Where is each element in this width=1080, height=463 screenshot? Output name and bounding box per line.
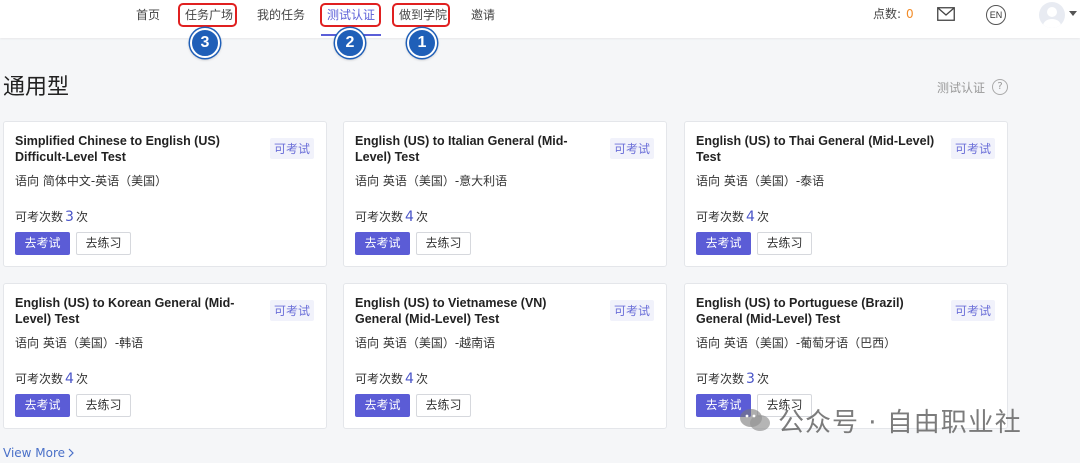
language-direction: 语向 英语（美国）-葡萄牙语（巴西）: [696, 336, 897, 350]
language-toggle-button[interactable]: EN: [986, 5, 1006, 25]
language-direction: 语向 简体中文-英语（美国）: [15, 174, 168, 188]
attempts-label: 可考次数: [15, 210, 64, 224]
attempts-unit: 次: [415, 372, 428, 386]
chevron-down-icon[interactable]: [1069, 11, 1077, 16]
attempts-unit: 次: [75, 210, 88, 224]
card-title: English (US) to Korean General (Mid-Leve…: [15, 296, 235, 326]
page-title: 通用型: [3, 75, 70, 100]
attempts-unit: 次: [756, 372, 769, 386]
attempts-number: 4: [405, 209, 414, 225]
help-icon[interactable]: ?: [992, 79, 1008, 95]
attempts-label: 可考次数: [355, 372, 404, 386]
language-direction: 语向 英语（美国）-越南语: [355, 336, 496, 350]
points-value: 0: [906, 7, 914, 21]
chevron-right-icon: [68, 448, 74, 458]
status-badge: 可考试: [609, 138, 654, 159]
card-title: English (US) to Italian General (Mid-Lev…: [355, 134, 568, 164]
view-more-label: View More: [3, 446, 66, 460]
status-badge: 可考试: [269, 138, 314, 159]
watermark: 公众号 · 自由职业社: [738, 400, 1022, 440]
status-badge: 可考试: [950, 300, 995, 321]
annotation-highlight-test-certification: [320, 3, 381, 27]
attempts-count: 可考次数 3 次: [15, 208, 88, 225]
avatar[interactable]: [1039, 2, 1065, 28]
status-badge: 可考试: [609, 300, 654, 321]
take-exam-button[interactable]: 去考试: [696, 232, 751, 255]
attempts-number: 4: [405, 371, 414, 387]
test-card: English (US) to Italian General (Mid-Lev…: [343, 121, 667, 267]
wechat-icon: [740, 409, 770, 431]
nav-item-home[interactable]: 首页: [136, 0, 160, 32]
test-card: English (US) to Thai General (Mid-Level)…: [684, 121, 1008, 267]
test-card: English (US) to Vietnamese (VN) General …: [343, 283, 667, 429]
language-direction: 语向 英语（美国）-泰语: [696, 174, 825, 188]
attempts-count: 可考次数 4 次: [15, 370, 88, 387]
attempts-count: 可考次数 3 次: [696, 370, 769, 387]
annotation-badge-2: 2: [335, 28, 365, 58]
attempts-number: 3: [65, 209, 74, 225]
attempts-label: 可考次数: [696, 372, 745, 386]
user-icon: [1043, 7, 1061, 28]
attempts-label: 可考次数: [15, 372, 64, 386]
attempts-unit: 次: [756, 210, 769, 224]
annotation-badge-3: 3: [190, 28, 220, 58]
card-title: English (US) to Portuguese (Brazil) Gene…: [696, 296, 904, 326]
view-more-link[interactable]: View More: [3, 446, 75, 460]
annotation-badge-1: 1: [407, 28, 437, 58]
status-badge: 可考试: [950, 138, 995, 159]
take-exam-button[interactable]: 去考试: [355, 394, 410, 417]
card-title: Simplified Chinese to English (US) Diffi…: [15, 134, 220, 164]
language-direction: 语向 英语（美国）-韩语: [15, 336, 144, 350]
attempts-count: 可考次数 4 次: [696, 208, 769, 225]
test-certification-link[interactable]: 测试认证: [937, 79, 985, 96]
practice-button[interactable]: 去练习: [416, 232, 471, 255]
attempts-number: 4: [746, 209, 755, 225]
annotation-highlight-academy: [392, 3, 450, 27]
take-exam-button[interactable]: 去考试: [355, 232, 410, 255]
points-label: 点数:: [873, 7, 902, 21]
attempts-unit: 次: [75, 372, 88, 386]
attempts-number: 4: [65, 371, 74, 387]
watermark-text: 公众号 · 自由职业社: [778, 407, 1022, 438]
attempts-label: 可考次数: [355, 210, 404, 224]
attempts-unit: 次: [415, 210, 428, 224]
practice-button[interactable]: 去练习: [76, 394, 131, 417]
annotation-highlight-task-square: [178, 3, 237, 27]
practice-button[interactable]: 去练习: [757, 232, 812, 255]
mail-icon[interactable]: [937, 7, 955, 21]
nav-item-invite[interactable]: 邀请: [471, 0, 495, 32]
practice-button[interactable]: 去练习: [76, 232, 131, 255]
attempts-count: 可考次数 4 次: [355, 208, 428, 225]
attempts-number: 3: [746, 371, 755, 387]
attempts-count: 可考次数 4 次: [355, 370, 428, 387]
practice-button[interactable]: 去练习: [416, 394, 471, 417]
test-card: English (US) to Korean General (Mid-Leve…: [3, 283, 327, 429]
take-exam-button[interactable]: 去考试: [15, 232, 70, 255]
status-badge: 可考试: [269, 300, 314, 321]
take-exam-button[interactable]: 去考试: [15, 394, 70, 417]
test-card: Simplified Chinese to English (US) Diffi…: [3, 121, 327, 267]
nav-item-my-tasks[interactable]: 我的任务: [257, 0, 305, 32]
card-title: English (US) to Thai General (Mid-Level)…: [696, 134, 935, 164]
attempts-label: 可考次数: [696, 210, 745, 224]
top-navbar: 首页 任务广场 我的任务 测试认证 做到学院 邀请 点数: 0 EN: [0, 0, 1080, 38]
card-title: English (US) to Vietnamese (VN) General …: [355, 296, 547, 326]
language-direction: 语向 英语（美国）-意大利语: [355, 174, 508, 188]
